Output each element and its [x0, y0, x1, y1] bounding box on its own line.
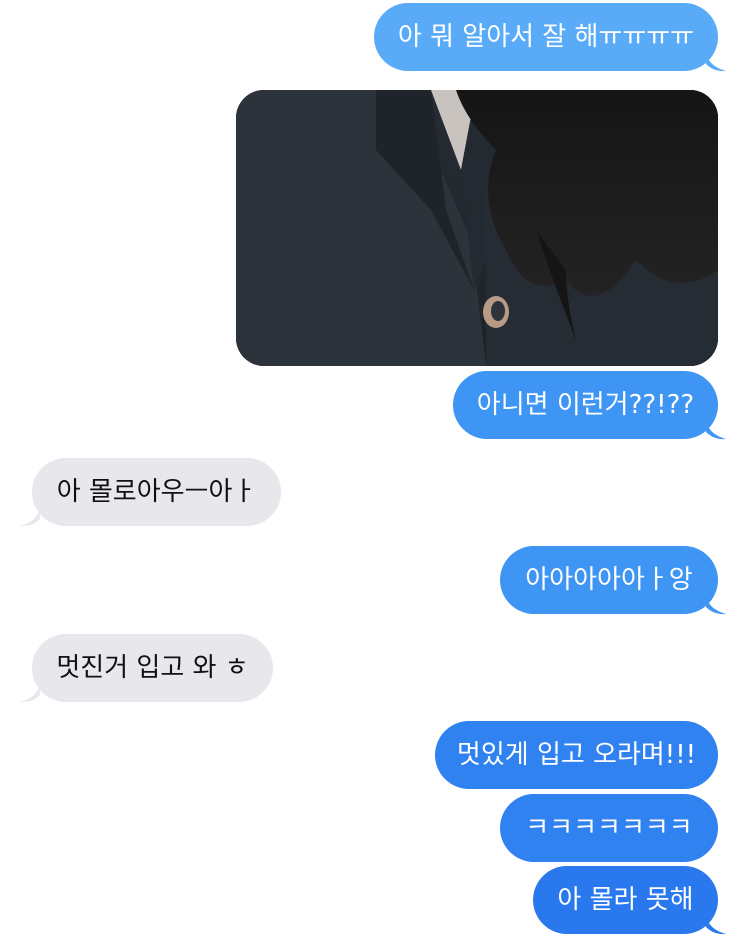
message-text: 아 뭐 알아서 잘 해ㅠㅠㅠㅠ [397, 22, 695, 52]
outgoing-message-bubble[interactable]: 아니면 이런거??!?? [453, 371, 718, 439]
outgoing-message-bubble[interactable]: 멋있게 입고 오라며!!! [435, 721, 718, 789]
message-text: 아 몰라 못해 [557, 885, 694, 915]
bubble-tail [706, 595, 726, 615]
photo-message[interactable] [236, 90, 718, 366]
message-text: ㅋㅋㅋㅋㅋㅋㅋ [525, 813, 693, 843]
outgoing-message-bubble[interactable]: 아 뭐 알아서 잘 해ㅠㅠㅠㅠ [374, 3, 718, 71]
message-text: 멋있게 입고 오라며!!! [456, 740, 697, 770]
bubble-tail [706, 420, 726, 440]
black-jacket-photo [236, 90, 718, 366]
incoming-message-bubble[interactable]: 멋진거 입고 와 ㅎ [32, 634, 273, 702]
outgoing-message-bubble[interactable]: ㅋㅋㅋㅋㅋㅋㅋ [500, 794, 718, 862]
message-text: 아 몰로아우ㅡ아ㅏ [56, 477, 257, 507]
message-text: 멋진거 입고 와 ㅎ [56, 653, 249, 683]
message-text: 아아아아아ㅏ앙 [525, 565, 693, 595]
bubble-tail [20, 507, 40, 527]
incoming-message-bubble[interactable]: 아 몰로아우ㅡ아ㅏ [32, 458, 281, 526]
message-text: 아니면 이런거??!?? [476, 390, 695, 420]
bubble-tail [20, 683, 40, 703]
outgoing-message-bubble[interactable]: 아 몰라 못해 [533, 866, 718, 934]
bubble-tail [706, 915, 726, 935]
outgoing-message-bubble[interactable]: 아아아아아ㅏ앙 [500, 546, 718, 614]
bubble-tail [706, 52, 726, 72]
